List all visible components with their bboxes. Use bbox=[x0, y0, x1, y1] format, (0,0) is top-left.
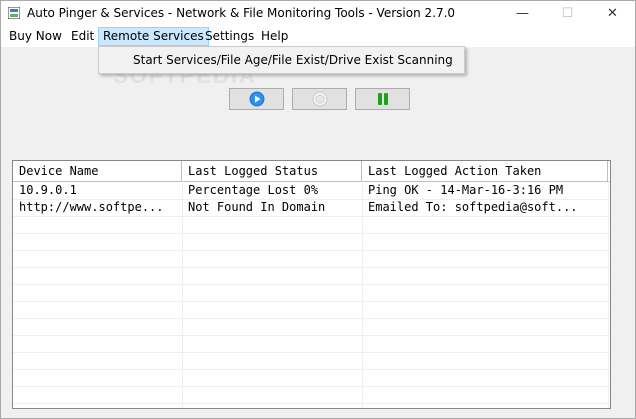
column-last-logged-action[interactable]: Last Logged Action Taken bbox=[362, 161, 608, 181]
menu-edit[interactable]: Edit bbox=[67, 27, 98, 46]
grid-line bbox=[13, 335, 610, 336]
menu-item-start-scanning[interactable]: Start Services/File Age/File Exist/Drive… bbox=[133, 53, 453, 67]
device-list[interactable]: Device Name Last Logged Status Last Logg… bbox=[12, 160, 611, 409]
menu-bar: Buy Now Edit Remote Services Settings He… bbox=[1, 27, 635, 47]
maximize-button[interactable]: ☐ bbox=[545, 1, 590, 27]
table-row[interactable]: 10.9.0.1 Percentage Lost 0% Ping OK - 14… bbox=[13, 182, 610, 199]
stop-icon bbox=[312, 91, 327, 107]
cell-device-name: http://www.softpe... bbox=[19, 200, 164, 214]
grid-line bbox=[13, 233, 610, 234]
grid-line bbox=[13, 403, 610, 404]
start-button[interactable] bbox=[229, 88, 284, 110]
cell-device-name: 10.9.0.1 bbox=[19, 183, 77, 197]
close-icon: ✕ bbox=[607, 6, 618, 21]
minimize-icon: — bbox=[516, 6, 529, 21]
column-last-logged-status[interactable]: Last Logged Status bbox=[182, 161, 362, 181]
pause-icon bbox=[377, 93, 388, 105]
grid-line bbox=[13, 284, 610, 285]
grid-line bbox=[13, 301, 610, 302]
stop-button[interactable] bbox=[292, 88, 347, 110]
play-icon bbox=[249, 91, 264, 107]
table-row[interactable]: http://www.softpe... Not Found In Domain… bbox=[13, 199, 610, 216]
pause-button[interactable] bbox=[355, 88, 410, 110]
grid-line bbox=[13, 318, 610, 319]
app-window: Auto Pinger & Services - Network & File … bbox=[0, 0, 636, 419]
menu-settings[interactable]: Settings bbox=[201, 27, 258, 46]
menu-remote-services[interactable]: Remote Services bbox=[98, 27, 209, 46]
maximize-icon: ☐ bbox=[561, 6, 574, 21]
grid-line bbox=[13, 250, 610, 251]
window-title: Auto Pinger & Services - Network & File … bbox=[27, 6, 456, 20]
cell-action: Ping OK - 14-Mar-16-3:16 PM bbox=[368, 183, 564, 197]
cell-status: Percentage Lost 0% bbox=[188, 183, 319, 197]
close-button[interactable]: ✕ bbox=[590, 1, 635, 27]
grid-line bbox=[13, 352, 610, 353]
title-bar: Auto Pinger & Services - Network & File … bbox=[1, 1, 635, 27]
menu-buy-now[interactable]: Buy Now bbox=[5, 27, 66, 46]
cell-status: Not Found In Domain bbox=[188, 200, 326, 214]
grid-line bbox=[13, 369, 610, 370]
minimize-button[interactable]: — bbox=[500, 1, 545, 27]
app-icon bbox=[8, 7, 20, 19]
list-header: Device Name Last Logged Status Last Logg… bbox=[13, 161, 610, 182]
grid-line bbox=[13, 216, 610, 217]
remote-services-dropdown: Start Services/File Age/File Exist/Drive… bbox=[98, 46, 465, 74]
menu-help[interactable]: Help bbox=[257, 27, 292, 46]
grid-line bbox=[13, 267, 610, 268]
column-device-name[interactable]: Device Name bbox=[13, 161, 182, 181]
cell-action: Emailed To: softpedia@soft... bbox=[368, 200, 578, 214]
grid-line bbox=[13, 386, 610, 387]
